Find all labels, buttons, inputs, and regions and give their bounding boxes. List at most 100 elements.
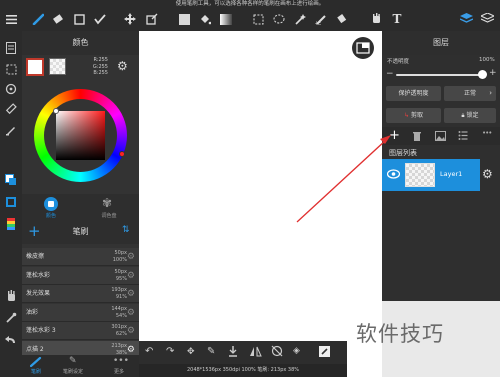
correction-tool-icon[interactable] [92, 10, 108, 28]
shape-tool-icon[interactable] [71, 10, 87, 28]
text-tool-icon[interactable]: T [389, 10, 405, 28]
opacity-slider[interactable] [396, 74, 486, 76]
color-tab-icon[interactable] [44, 197, 58, 211]
clip-icon: ↳ [404, 112, 410, 119]
brush-settings-gear-icon[interactable]: ⚙ [127, 289, 135, 299]
select-all-icon[interactable] [2, 60, 20, 78]
palette-strip-icon[interactable] [2, 215, 20, 233]
left-tool-strip [0, 31, 22, 377]
watermark-text: 软件技巧 [356, 322, 444, 346]
hand-icon[interactable] [2, 287, 20, 305]
layer-item[interactable]: Layer1 [382, 159, 480, 191]
lock-button[interactable]: 🔒︎ 锁定 [444, 108, 496, 123]
sub-color-swatch[interactable] [49, 58, 66, 75]
layer-settings-gear-icon[interactable]: ⚙ [482, 167, 493, 181]
top-toolbar: 使用笔刷工具，可以选择各种各样的笔刷在画布上进行绘画。 T [0, 0, 500, 31]
brush-tab-label[interactable]: 笔刷 [26, 368, 46, 375]
ruler-icon[interactable] [2, 100, 20, 118]
palette-tab-icon[interactable]: ✾ [102, 196, 112, 210]
pen-icon[interactable]: ✎ [207, 346, 215, 357]
hand-tool-icon[interactable] [368, 10, 384, 28]
blend-mode-select[interactable]: 正常 › [444, 86, 496, 101]
saturation-square[interactable] [56, 111, 105, 160]
brush-list-item[interactable]: 蓬松水彩 50px 95% ⚙ [22, 266, 139, 285]
color-settings-gear-icon[interactable]: ⚙ [117, 59, 128, 73]
pages-icon[interactable] [2, 39, 20, 57]
color-wheel[interactable] [34, 89, 127, 182]
eraser-tool-icon[interactable] [50, 10, 66, 28]
fill-color-icon[interactable] [176, 10, 192, 28]
more-tab-icon[interactable]: ••• [113, 356, 129, 366]
opacity-minus-icon[interactable]: − [386, 69, 394, 79]
eyedropper-icon[interactable] [2, 309, 20, 327]
clip-label: 剪取 [410, 112, 423, 119]
lock-label: 锁定 [466, 112, 479, 119]
menu-icon[interactable] [3, 10, 19, 28]
brush-settings-gear-icon[interactable]: ⚙ [127, 252, 135, 262]
rotate-reset-icon[interactable] [271, 345, 283, 357]
opacity-label: 不透明度 [387, 59, 410, 65]
brush-list-item[interactable]: 蓬松水彩 3 301px 62% ⚙ [22, 322, 139, 341]
more-tab-label[interactable]: 更多 [109, 368, 129, 375]
add-layer-icon[interactable]: + [389, 127, 400, 145]
opacity-slider-knob[interactable] [478, 70, 487, 79]
brush-settings-gear-icon[interactable]: ⚙ [127, 271, 135, 281]
layer-image-icon[interactable] [435, 131, 446, 141]
layer-thumbnail [405, 163, 435, 187]
gradient-tool-icon[interactable] [218, 10, 234, 28]
brush-list-item[interactable]: 橡皮擦 50px 100% ⚙ [22, 248, 139, 266]
color-fill-icon[interactable]: ◈ [293, 346, 300, 356]
brush-settings-tab-label[interactable]: 笔刷设定 [58, 368, 88, 375]
brush-opacity: 91% [115, 294, 127, 301]
redo-icon[interactable]: ↷ [166, 346, 174, 357]
hue-picker-knob[interactable] [119, 151, 125, 157]
transform-tool-icon[interactable] [144, 10, 160, 28]
undo-icon[interactable]: ↶ [145, 346, 153, 357]
magic-wand-icon[interactable] [292, 10, 308, 28]
brush-list-item[interactable]: 发光效果 193px 91% ⚙ [22, 285, 139, 304]
brush-list-item[interactable]: 油彩 144px 54% ⚙ [22, 303, 139, 322]
brush-panel-toggle-icon[interactable] [2, 193, 20, 211]
brush-settings-gear-icon[interactable]: ⚙ [127, 326, 135, 336]
clip-button[interactable]: ↳ 剪取 [386, 108, 441, 123]
color-panel: 颜色 R:255 G:255 B:255 ⚙ 颜色 ✾ 调色盘 [22, 31, 139, 220]
brush-settings-gear-icon[interactable]: ⚙ [127, 308, 135, 318]
more-options-icon[interactable]: ••• [482, 129, 492, 137]
sort-brush-icon[interactable]: ⇅ [122, 225, 130, 235]
lasso-select-icon[interactable] [271, 10, 287, 28]
brush-settings-gear-icon[interactable]: ⚙ [127, 345, 135, 355]
canvas-view-toggle-icon[interactable] [352, 37, 374, 59]
brush-panel: + 笔刷 ⇅ 橡皮擦 50px 100% ⚙ 蓬松水彩 50px 95% ⚙ 发光效果 193px… [22, 220, 139, 359]
layer-list-icon[interactable] [458, 130, 468, 141]
brush-tool-icon[interactable] [30, 10, 46, 28]
move-tool-icon[interactable] [122, 10, 138, 28]
canvas-bottom-toolbar: ↶ ↷ ✥ ✎ ◈ [139, 341, 347, 364]
brush-settings-tab-icon[interactable]: ✎ [69, 356, 77, 366]
brush-size: 301px [111, 324, 127, 331]
opacity-plus-icon[interactable]: + [489, 68, 497, 78]
eye-icon[interactable] [386, 169, 401, 179]
download-icon[interactable] [228, 345, 238, 358]
transform-icon[interactable]: ✥ [187, 347, 195, 357]
select-eraser-icon[interactable] [334, 10, 350, 28]
reference-window-icon[interactable] [319, 346, 330, 357]
protect-alpha-button[interactable]: 保护透明度 [386, 86, 441, 101]
drawing-canvas[interactable] [139, 31, 382, 377]
color-panel-toggle-icon[interactable] [2, 171, 20, 189]
saturation-picker-knob[interactable] [53, 108, 59, 114]
select-rect-icon[interactable] [250, 10, 266, 28]
brush-tab-icon[interactable] [29, 356, 42, 368]
palette-tab-label[interactable]: 调色盘 [97, 212, 121, 219]
undo-strip-icon[interactable] [2, 331, 20, 349]
bucket-tool-icon[interactable] [197, 10, 213, 28]
material-icon[interactable] [458, 10, 474, 28]
layer-panel-toggle-icon[interactable] [479, 10, 495, 28]
pen-pressure-icon[interactable] [2, 121, 20, 139]
delete-layer-icon[interactable] [412, 131, 422, 142]
flip-icon[interactable] [249, 346, 262, 357]
color-tab-label[interactable]: 颜色 [40, 212, 62, 219]
main-color-swatch[interactable] [26, 58, 44, 76]
snap-icon[interactable] [2, 80, 20, 98]
select-pen-icon[interactable] [313, 10, 329, 28]
blend-mode-value: 正常 [463, 90, 476, 97]
